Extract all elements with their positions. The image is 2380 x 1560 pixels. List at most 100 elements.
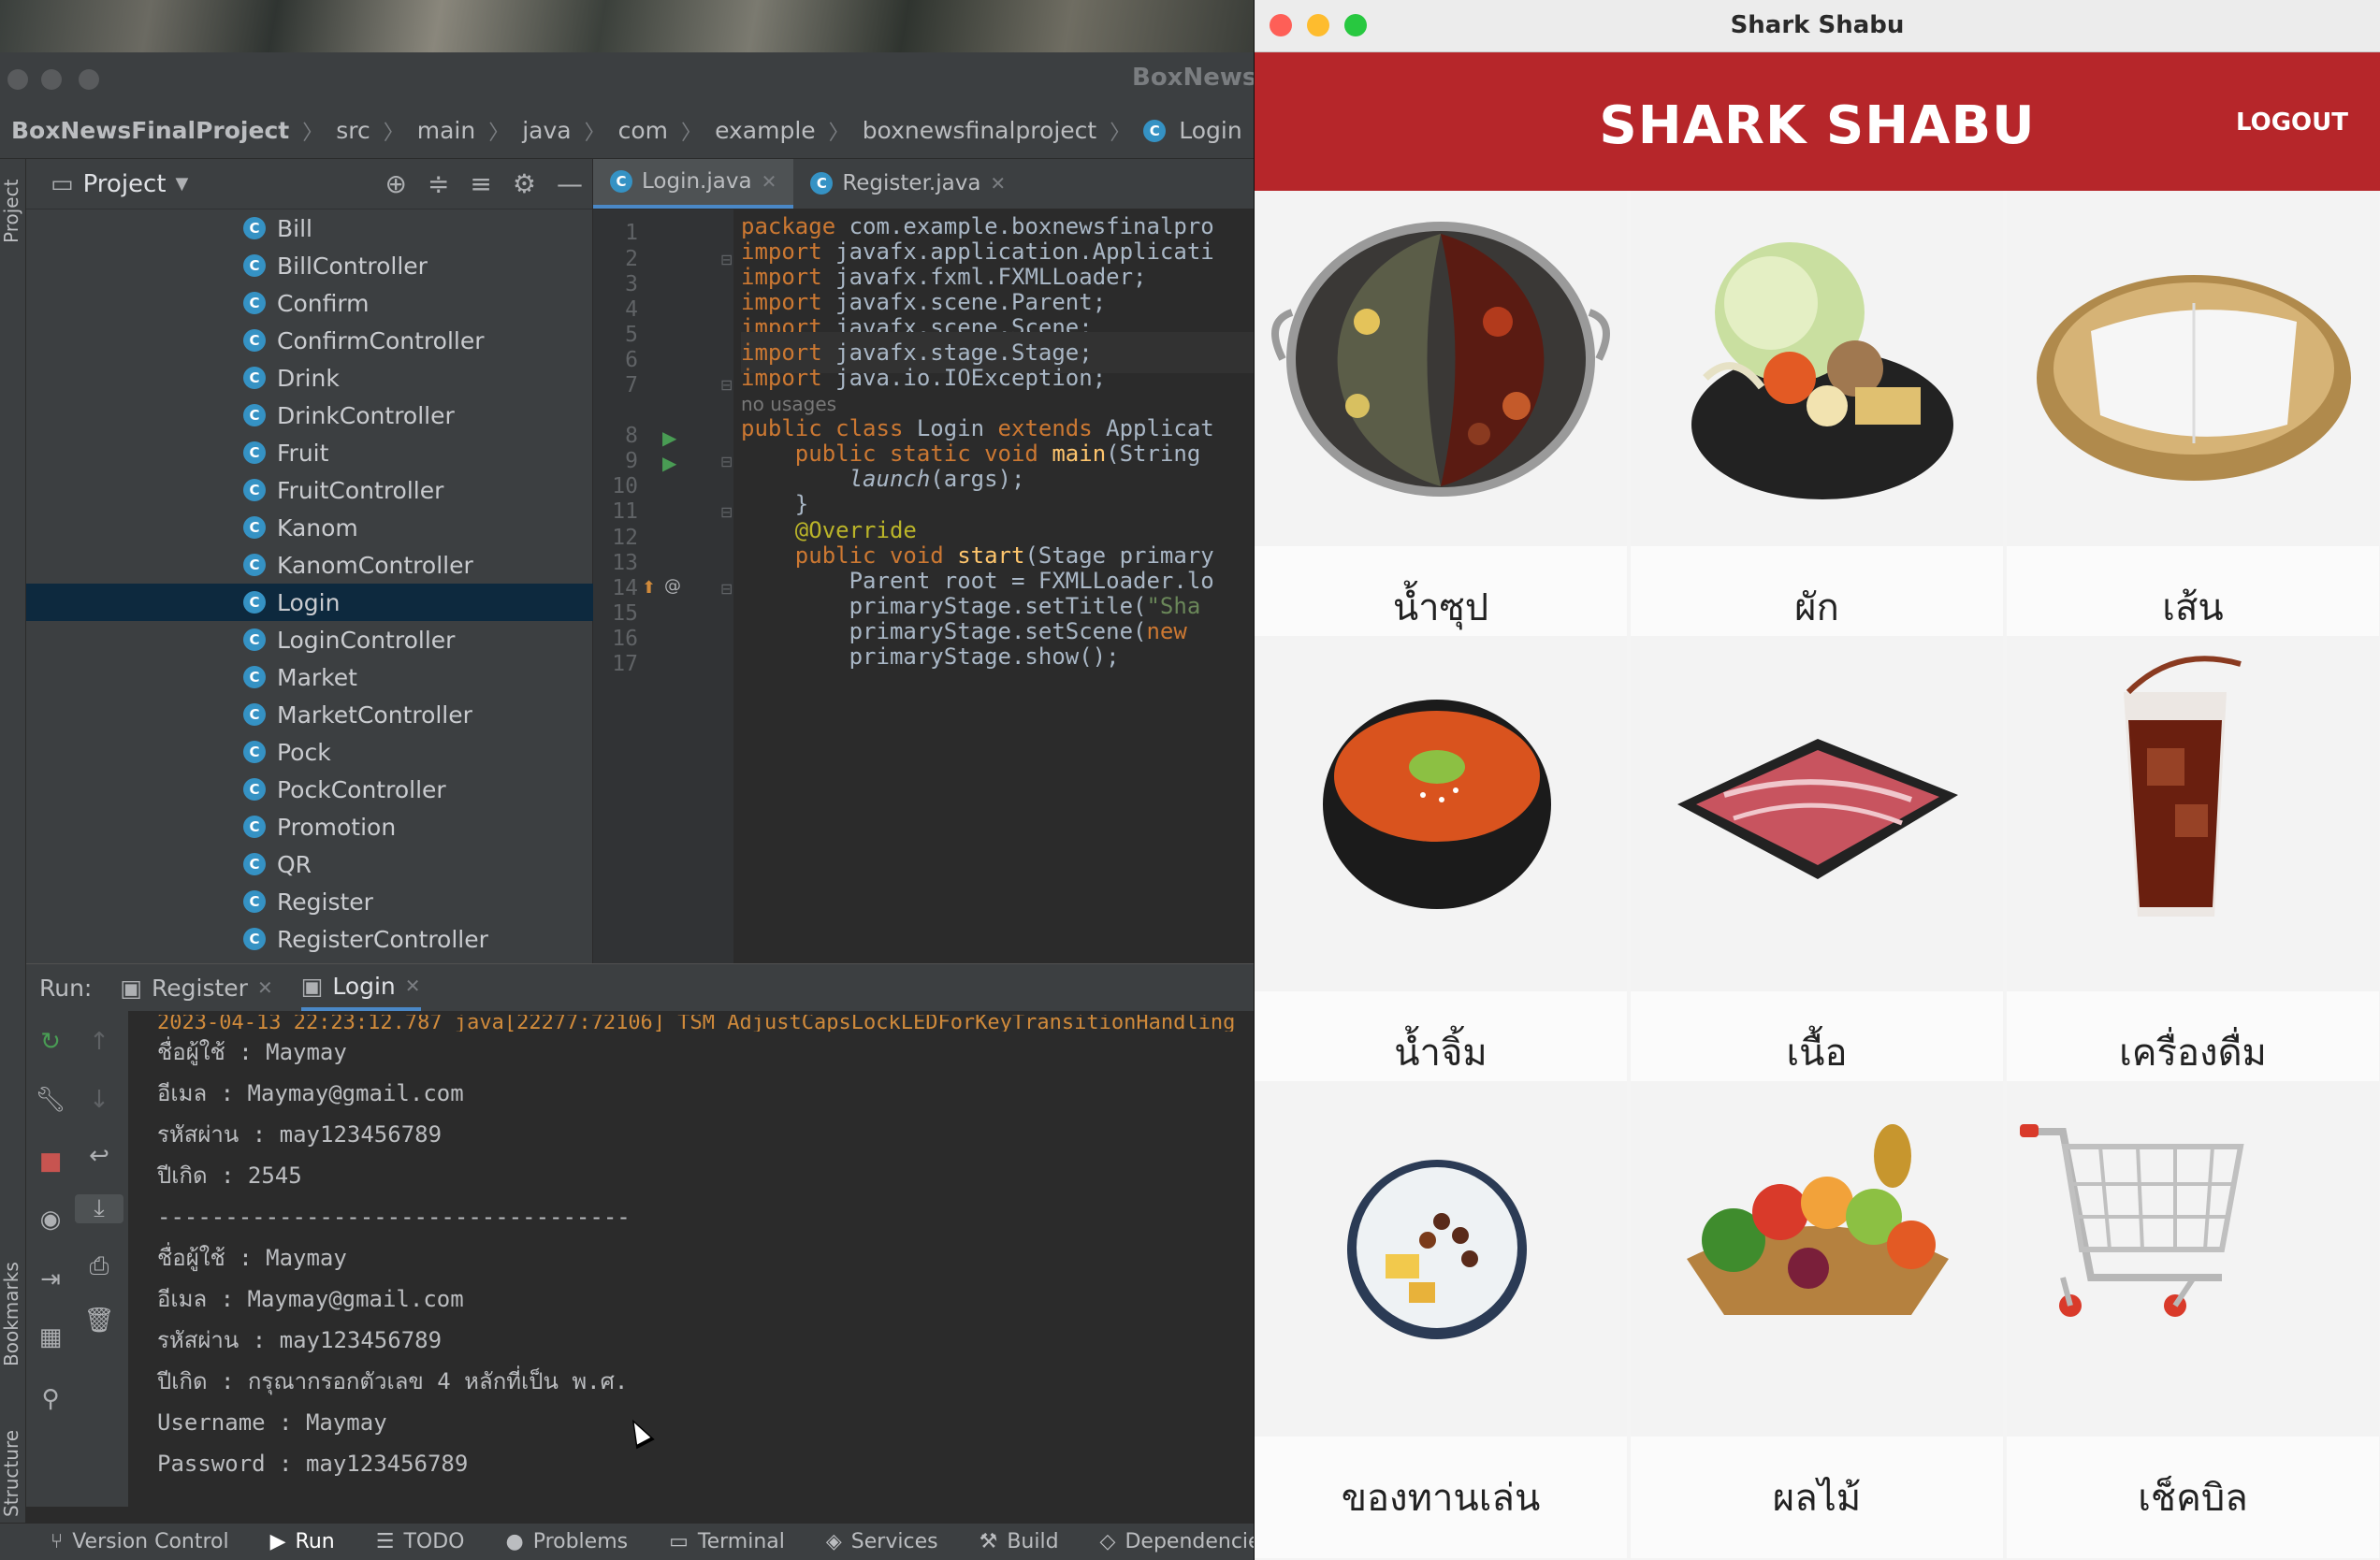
run-gutter-icon[interactable]: ▶ [662,426,676,449]
meat-tray-icon[interactable] [1631,636,2003,991]
fold-icon[interactable]: ⊟ [720,251,733,268]
problems-button[interactable]: ● Problems [505,1530,628,1553]
tree-item[interactable]: C LoginController [26,621,593,658]
tree-item[interactable]: C Drink [26,359,593,397]
console-output[interactable]: 2023-04-13 22:23:12.787 java[22277:72106… [157,1015,1242,1484]
layout-icon[interactable]: ▦ [26,1323,75,1351]
soft-wrap-icon[interactable]: ↩ [75,1142,123,1170]
structure-tool-tab[interactable]: Structure [0,1412,26,1534]
breadcrumb-item[interactable]: com [618,117,668,144]
java-class-icon: C [243,404,266,426]
annotation-marker-icon[interactable]: @ [664,576,681,596]
fold-icon[interactable]: ⊟ [720,503,733,521]
trash-icon[interactable]: 🗑︎ [75,1307,123,1335]
shopping-cart-icon[interactable] [2007,1081,2379,1437]
version-control-button[interactable]: ⑂ Version Control [51,1530,229,1553]
expand-all-icon[interactable]: ≑ [428,168,449,199]
tab-login-java[interactable]: C Login.java ✕ [593,159,794,209]
fold-icon[interactable]: ⊟ [720,580,733,598]
camera-icon[interactable]: ◉ [26,1206,75,1234]
locate-icon[interactable]: ⊕ [385,168,406,199]
menu-tile-fruits[interactable]: ผลไม้ [1631,1081,2003,1558]
bookmarks-tool-tab[interactable]: Bookmarks [0,1244,26,1384]
dipping-sauce-icon[interactable] [1255,636,1627,991]
tree-item[interactable]: C PockController [26,771,593,808]
menu-tile-snacks[interactable]: ของทานเล่น [1255,1081,1627,1558]
menu-tile-vegetables[interactable]: ผัก [1631,191,2003,668]
logout-button[interactable]: LOGOUT [2236,108,2348,137]
chevron-down-icon[interactable]: ▼ [176,174,189,194]
run-tab-register[interactable]: ▣ Register ✕ [120,964,272,1011]
tree-item[interactable]: C QR [26,845,593,883]
tree-item[interactable]: C Confirm [26,284,593,322]
rerun-icon[interactable]: ↻ [26,1028,75,1056]
tree-item[interactable]: C Market [26,658,593,696]
fruit-basket-icon[interactable] [1631,1081,2003,1437]
close-icon[interactable]: ✕ [257,976,273,999]
run-tab-login[interactable]: ▣ Login ✕ [300,964,421,1011]
tree-item[interactable]: C Bill [26,209,593,247]
print-icon[interactable]: ⎙ [75,1252,123,1281]
close-icon[interactable]: ✕ [762,170,777,193]
menu-tile-dipping-sauce[interactable]: น้ำจิ้ม [1255,636,1627,1113]
collapse-all-icon[interactable]: ≡ [470,168,491,199]
menu-tile-noodles[interactable]: เส้น [2007,191,2379,668]
breadcrumb-item[interactable]: BoxNewsFinalProject [11,117,289,144]
breadcrumb-item[interactable]: Login [1179,117,1241,144]
run-gutter-icon[interactable]: ▶ [662,452,676,474]
tree-item[interactable]: C Promotion [26,808,593,845]
tree-item[interactable]: C ConfirmController [26,322,593,359]
arrow-down-icon[interactable]: ↓ [75,1086,123,1114]
window-close-button[interactable] [7,69,28,90]
terminal-button[interactable]: ▭ Terminal [669,1530,785,1553]
tree-item-selected[interactable]: C Login [26,584,593,621]
hide-panel-icon[interactable]: — [557,168,583,199]
tree-item[interactable]: C BillController [26,247,593,284]
tree-item[interactable]: C Kanom [26,509,593,546]
close-icon[interactable]: ✕ [405,975,421,997]
tree-item[interactable]: C FruitController [26,471,593,509]
menu-tile-checkout[interactable]: เช็คบิล [2007,1081,2379,1558]
override-marker-icon[interactable]: ⬆ [642,578,656,598]
fold-icon[interactable]: ⊟ [720,376,733,394]
tree-item[interactable]: C KanomController [26,546,593,584]
breadcrumb-item[interactable]: java [522,117,571,144]
breadcrumb-item[interactable]: example [715,117,816,144]
arrow-up-icon[interactable]: ↑ [75,1028,123,1056]
stop-icon[interactable]: ■ [26,1148,75,1176]
tree-item[interactable]: C Pock [26,733,593,771]
pin-icon[interactable]: ⚲ [26,1385,75,1413]
exit-icon[interactable]: ⇥ [26,1265,75,1293]
window-minimize-button[interactable] [41,69,62,90]
build-button[interactable]: ⚒ Build [980,1530,1059,1553]
services-button[interactable]: ◈ Services [826,1530,938,1553]
tree-item[interactable]: C Fruit [26,434,593,471]
tab-register-java[interactable]: C Register.java ✕ [793,159,1023,209]
dessert-bowl-icon[interactable] [1255,1081,1627,1437]
iced-drink-icon[interactable] [2007,636,2379,991]
dependencies-button[interactable]: ◇ Dependencie [1100,1530,1261,1553]
breadcrumb-item[interactable]: main [417,117,475,144]
fold-icon[interactable]: ⊟ [720,453,733,470]
menu-tile-meat[interactable]: เนื้อ [1631,636,2003,1113]
tree-item[interactable]: C DrinkController [26,397,593,434]
tree-item[interactable]: C RegisterController [26,920,593,958]
vegetables-icon[interactable] [1631,191,2003,546]
breadcrumb-item[interactable]: src [336,117,370,144]
menu-tile-soup[interactable]: น้ำซุป [1255,191,1627,668]
breadcrumb-item[interactable]: boxnewsfinalproject [863,117,1097,144]
project-tool-tab[interactable]: Project [0,166,26,256]
menu-tile-drinks[interactable]: เครื่องดื่ม [2007,636,2379,1113]
todo-button[interactable]: ☰ TODO [376,1530,465,1553]
close-icon[interactable]: ✕ [990,172,1006,195]
scroll-to-end-icon[interactable]: ⤓ [75,1194,123,1223]
project-panel-title[interactable]: Project [83,170,167,198]
tree-item[interactable]: C MarketController [26,696,593,733]
run-button[interactable]: ▶ Run [270,1530,335,1553]
noodles-icon[interactable] [2007,191,2379,546]
gear-icon[interactable]: ⚙ [513,168,536,199]
tree-item[interactable]: C Register [26,883,593,920]
window-maximize-button[interactable] [79,69,99,90]
wrench-icon[interactable]: 🔧︎ [26,1086,75,1114]
soup-pot-icon[interactable] [1255,191,1627,546]
